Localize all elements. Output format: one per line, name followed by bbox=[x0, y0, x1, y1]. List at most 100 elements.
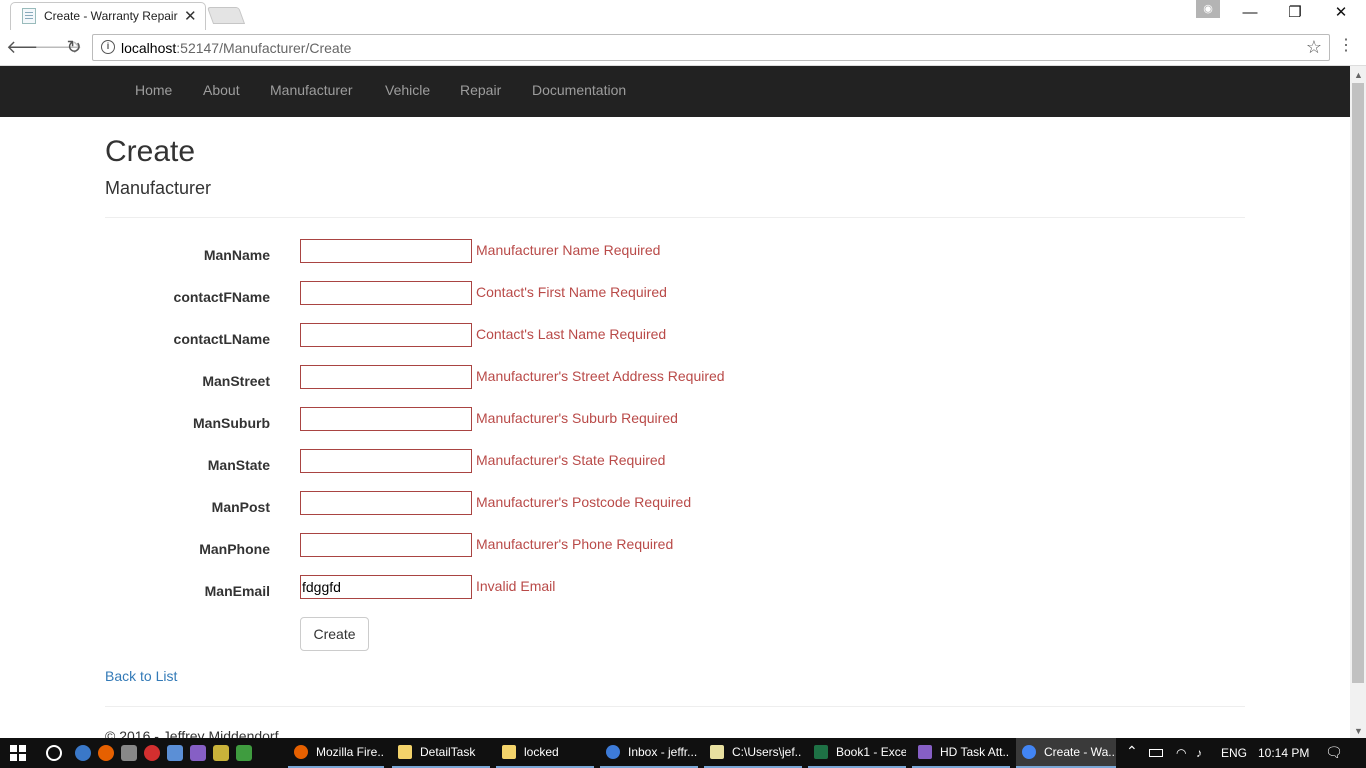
contactlname-input[interactable] bbox=[300, 323, 472, 347]
taskbar-item-locked[interactable]: locked bbox=[496, 738, 594, 768]
form-row-contactfname: contactFName Contact's First Name Requir… bbox=[105, 277, 1245, 311]
form-row-manphone: ManPhone Manufacturer's Phone Required bbox=[105, 529, 1245, 563]
close-window-button[interactable]: ✕ bbox=[1318, 2, 1364, 26]
notifications-icon[interactable]: 🗨 bbox=[1325, 744, 1343, 761]
manpost-input[interactable] bbox=[300, 491, 472, 515]
folder-icon bbox=[398, 745, 412, 759]
scroll-thumb[interactable] bbox=[1352, 83, 1364, 683]
firefox-pinned-icon[interactable] bbox=[98, 745, 114, 761]
page-scrollbar[interactable]: ▲ ▼ bbox=[1350, 66, 1366, 738]
page-subtitle: Manufacturer bbox=[105, 178, 212, 198]
form-row-mansuburb: ManSuburb Manufacturer's Suburb Required bbox=[105, 403, 1245, 437]
excel-icon bbox=[814, 745, 828, 759]
field-label: ManPhone bbox=[199, 541, 270, 557]
firefox-icon bbox=[294, 745, 308, 759]
user-profile-icon[interactable]: ◉ bbox=[1196, 0, 1220, 18]
nav-home[interactable]: Home bbox=[135, 82, 172, 98]
nav-manufacturer[interactable]: Manufacturer bbox=[270, 82, 352, 98]
url-host: localhost bbox=[121, 40, 177, 56]
taskbar-item-label: C:\Users\jef... bbox=[732, 745, 802, 759]
taskbar-item-visual-studio[interactable]: HD Task Att... bbox=[912, 738, 1010, 768]
notepad-icon bbox=[710, 745, 724, 759]
opera-pinned-icon[interactable] bbox=[144, 745, 160, 761]
scroll-up-icon[interactable]: ▲ bbox=[1354, 70, 1363, 80]
taskbar-item-notepad[interactable]: C:\Users\jef... bbox=[704, 738, 802, 768]
new-tab-button[interactable] bbox=[206, 7, 246, 24]
thunderbird-icon bbox=[606, 745, 620, 759]
project-pinned-icon[interactable] bbox=[236, 745, 252, 761]
forward-button[interactable]: 🡒 bbox=[34, 36, 82, 60]
picture-pinned-icon[interactable] bbox=[213, 745, 229, 761]
field-label: ManState bbox=[207, 457, 270, 473]
clock[interactable]: 10:14 PM bbox=[1258, 746, 1309, 760]
minimize-button[interactable]: — bbox=[1227, 2, 1273, 26]
scroll-down-icon[interactable]: ▼ bbox=[1354, 726, 1363, 736]
mansuburb-input[interactable] bbox=[300, 407, 472, 431]
taskbar-item-firefox[interactable]: Mozilla Fire... bbox=[288, 738, 384, 768]
tab-title: Create - Warranty Repair bbox=[44, 9, 178, 23]
tab-close-icon[interactable]: ✕ bbox=[184, 9, 197, 24]
taskbar-item-label: locked bbox=[524, 745, 559, 759]
field-label: ManPost bbox=[211, 499, 270, 515]
manname-input[interactable] bbox=[300, 239, 472, 263]
address-bar[interactable]: i localhost:52147/Manufacturer/Create ☆ bbox=[92, 34, 1330, 61]
chrome-icon bbox=[1022, 745, 1036, 759]
nav-documentation[interactable]: Documentation bbox=[532, 82, 626, 98]
browser-tab-content[interactable]: Create - Warranty Repair ✕ bbox=[22, 4, 204, 28]
visual-studio-icon bbox=[918, 745, 932, 759]
form-row-manpost: ManPost Manufacturer's Postcode Required bbox=[105, 487, 1245, 521]
nav-repair[interactable]: Repair bbox=[460, 82, 501, 98]
field-label: contactLName bbox=[173, 331, 270, 347]
form-row-contactlname: contactLName Contact's Last Name Require… bbox=[105, 319, 1245, 353]
windows-start-icon[interactable] bbox=[10, 745, 26, 761]
taskbar-item-label: Book1 - Excel bbox=[836, 745, 906, 759]
url-text[interactable]: localhost:52147/Manufacturer/Create bbox=[121, 40, 351, 56]
tool-pinned-icon[interactable] bbox=[121, 745, 137, 761]
restore-button[interactable]: ❐ bbox=[1272, 2, 1318, 26]
volume-icon[interactable]: ♪ bbox=[1196, 746, 1202, 760]
battery-icon[interactable] bbox=[1149, 749, 1163, 757]
validation-error: Manufacturer's State Required bbox=[476, 452, 666, 468]
manemail-input[interactable] bbox=[300, 575, 472, 599]
field-label: ManSuburb bbox=[193, 415, 270, 431]
taskbar-item-detailtask[interactable]: DetailTask bbox=[392, 738, 490, 768]
form-row-manname: ManName Manufacturer Name Required bbox=[105, 235, 1245, 269]
taskbar-item-label: HD Task Att... bbox=[940, 745, 1010, 759]
reload-button[interactable]: ↻ bbox=[62, 36, 86, 60]
taskbar-item-label: Create - Wa... bbox=[1044, 745, 1116, 759]
taskbar-item-excel[interactable]: Book1 - Excel bbox=[808, 738, 906, 768]
create-button[interactable]: Create bbox=[300, 617, 369, 651]
box-pinned-icon[interactable] bbox=[167, 745, 183, 761]
show-hidden-icons-icon[interactable]: ⌃ bbox=[1126, 743, 1138, 760]
page-favicon-icon bbox=[22, 8, 36, 24]
back-to-list-link[interactable]: Back to List bbox=[105, 668, 177, 684]
validation-error: Manufacturer's Postcode Required bbox=[476, 494, 692, 510]
site-navbar: Home About Manufacturer Vehicle Repair D… bbox=[0, 66, 1350, 117]
windows-taskbar: Mozilla Fire... DetailTask locked Inbox … bbox=[0, 738, 1366, 768]
url-path: :52147/Manufacturer/Create bbox=[176, 40, 352, 56]
wifi-icon[interactable]: ◠ bbox=[1176, 746, 1186, 760]
bookmark-star-icon[interactable]: ☆ bbox=[1306, 37, 1322, 58]
back-button[interactable]: 🡐 bbox=[6, 36, 54, 60]
validation-error: Manufacturer Name Required bbox=[476, 242, 661, 258]
field-label: ManName bbox=[203, 247, 270, 263]
manstate-input[interactable] bbox=[300, 449, 472, 473]
language-indicator[interactable]: ENG bbox=[1221, 746, 1247, 760]
taskbar-item-inbox[interactable]: Inbox - jeffr... bbox=[600, 738, 698, 768]
taskbar-item-chrome[interactable]: Create - Wa... bbox=[1016, 738, 1116, 768]
manphone-input[interactable] bbox=[300, 533, 472, 557]
taskbar-item-label: Inbox - jeffr... bbox=[628, 745, 698, 759]
search-icon[interactable] bbox=[46, 745, 62, 761]
nav-about[interactable]: About bbox=[203, 82, 240, 98]
field-label: ManStreet bbox=[202, 373, 270, 389]
browser-menu-icon[interactable]: ⋮ bbox=[1338, 38, 1354, 54]
nav-vehicle[interactable]: Vehicle bbox=[385, 82, 430, 98]
validation-error: Contact's First Name Required bbox=[476, 284, 667, 300]
folder-icon bbox=[502, 745, 516, 759]
visual-studio-pinned-icon[interactable] bbox=[190, 745, 206, 761]
manstreet-input[interactable] bbox=[300, 365, 472, 389]
site-info-icon[interactable]: i bbox=[101, 40, 115, 54]
browser-toolbar: 🡐 🡒 ↻ i localhost:52147/Manufacturer/Cre… bbox=[0, 30, 1366, 66]
app-pinned-icon[interactable] bbox=[75, 745, 91, 761]
contactfname-input[interactable] bbox=[300, 281, 472, 305]
